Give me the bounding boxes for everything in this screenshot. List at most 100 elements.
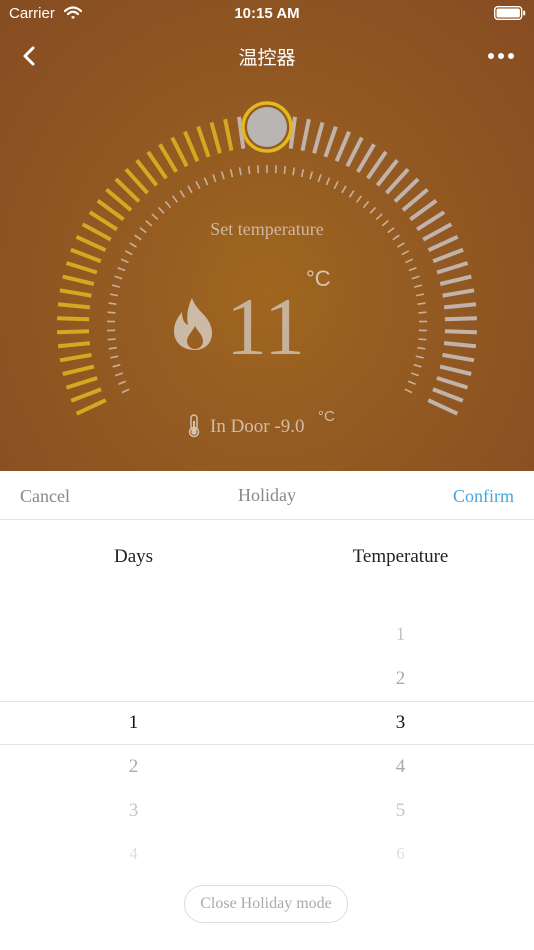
dial-minor-tick	[111, 284, 120, 288]
dial-minor-tick	[117, 266, 126, 272]
dial-tick	[432, 247, 464, 264]
dial-minor-tick	[110, 355, 119, 359]
dial-minor-tick	[114, 275, 123, 280]
dial-tick	[59, 288, 92, 298]
picker-toolbar: Cancel Holiday Confirm	[0, 471, 534, 520]
dial-minor-tick	[274, 165, 277, 174]
dial-minor-tick	[405, 258, 414, 264]
confirm-button[interactable]: Confirm	[453, 486, 514, 507]
dial-minor-tick	[418, 311, 427, 314]
dial-tick	[436, 376, 469, 390]
dial-tick	[62, 274, 95, 286]
selection-line-bottom	[0, 744, 534, 745]
dial-tick	[439, 274, 472, 286]
dial-tick	[65, 261, 98, 275]
days-option[interactable]: 2	[0, 756, 267, 778]
close-holiday-mode-button[interactable]: Close Holiday mode	[184, 885, 348, 923]
dial-tick	[65, 376, 98, 390]
temperature-option[interactable]: 6	[267, 844, 534, 864]
dial-tick	[62, 364, 95, 376]
dial-tick	[223, 118, 234, 151]
dial-minor-tick	[109, 293, 119, 297]
dial-minor-tick	[257, 165, 260, 174]
dial-tick	[196, 125, 211, 158]
dial-tick	[366, 150, 388, 180]
dial-tick	[57, 329, 90, 335]
selection-line-top	[0, 701, 534, 702]
dial-minor-tick	[121, 388, 130, 394]
thermostat-panel: Carrier 10:15 AM 温控器 Set temperature °C …	[0, 0, 534, 471]
dial-minor-tick	[108, 346, 117, 350]
days-option-selected[interactable]: 1	[0, 712, 267, 734]
dial-tick	[409, 198, 438, 222]
dial-minor-tick	[415, 293, 425, 297]
temperature-option[interactable]: 4	[267, 756, 534, 778]
temperature-option-selected[interactable]: 3	[267, 712, 534, 734]
dial-tick	[439, 364, 472, 376]
dial-minor-tick	[411, 275, 420, 280]
temperature-option[interactable]: 5	[267, 800, 534, 822]
dial-minor-tick	[417, 346, 426, 350]
dial-minor-tick	[107, 311, 116, 314]
set-temperature-label: Set temperature	[210, 219, 324, 239]
temperature-unit: °C	[306, 266, 331, 291]
dial-minor-tick	[355, 195, 363, 203]
days-column-header: Days	[113, 546, 154, 567]
dial-tick	[70, 387, 102, 403]
dial-minor-tick	[283, 166, 287, 175]
dial-minor-tick	[120, 258, 129, 264]
dial-tick	[170, 136, 189, 168]
dial-minor-tick	[401, 250, 410, 256]
dial-minor-tick	[413, 363, 422, 368]
dial-minor-tick	[414, 284, 423, 288]
dial-tick	[57, 302, 91, 310]
temperature-option[interactable]: 2	[267, 668, 534, 690]
dial-tick	[323, 125, 338, 158]
dial-tick	[158, 143, 178, 173]
dial-minor-tick	[404, 388, 413, 394]
dial-tick	[209, 121, 222, 154]
dial-knob	[247, 107, 287, 147]
dial-tick	[75, 398, 107, 416]
dial-tick	[356, 143, 376, 173]
temperature-column-header: Temperature	[352, 546, 449, 567]
dial-minor-tick	[220, 171, 225, 180]
dial-minor-tick	[292, 167, 296, 176]
dial-minor-tick	[212, 174, 217, 183]
dial-tick	[96, 198, 125, 222]
days-option[interactable]: 3	[0, 800, 267, 822]
dial-tick	[57, 316, 90, 322]
dial-tick	[444, 329, 477, 335]
dial-tick	[345, 136, 364, 168]
flame-icon	[170, 296, 220, 357]
dial-minor-tick	[415, 355, 424, 359]
dial-minor-tick	[417, 302, 426, 305]
days-option[interactable]: 4	[0, 844, 267, 864]
dial-minor-tick	[317, 174, 322, 183]
dial-tick	[443, 341, 477, 349]
dial-tick	[442, 352, 475, 363]
thermometer-icon	[186, 414, 202, 443]
dial-minor-tick	[418, 338, 427, 341]
dial-minor-tick	[118, 380, 127, 385]
dial-tick	[146, 150, 168, 180]
dial-tick	[70, 247, 102, 264]
indoor-temperature-label: In Door -9.0	[210, 416, 305, 437]
dial-minor-tick	[229, 169, 234, 178]
dial-minor-tick	[410, 372, 420, 377]
dial-minor-tick	[348, 190, 355, 198]
dial-tick	[334, 130, 351, 162]
indoor-temperature-unit: °C	[318, 408, 335, 425]
dial-minor-tick	[369, 206, 377, 214]
dial-minor-tick	[325, 177, 331, 186]
set-temperature-value: 11	[226, 281, 305, 372]
dial-minor-tick	[187, 185, 193, 194]
temperature-option[interactable]: 1	[267, 624, 534, 646]
dial-minor-tick	[333, 181, 339, 190]
dial-tick	[442, 288, 475, 298]
dial-minor-tick	[408, 266, 417, 272]
dial-minor-tick	[171, 195, 179, 203]
dial-tick	[427, 398, 459, 416]
dial-minor-tick	[108, 302, 117, 305]
dial-minor-tick	[179, 190, 186, 198]
